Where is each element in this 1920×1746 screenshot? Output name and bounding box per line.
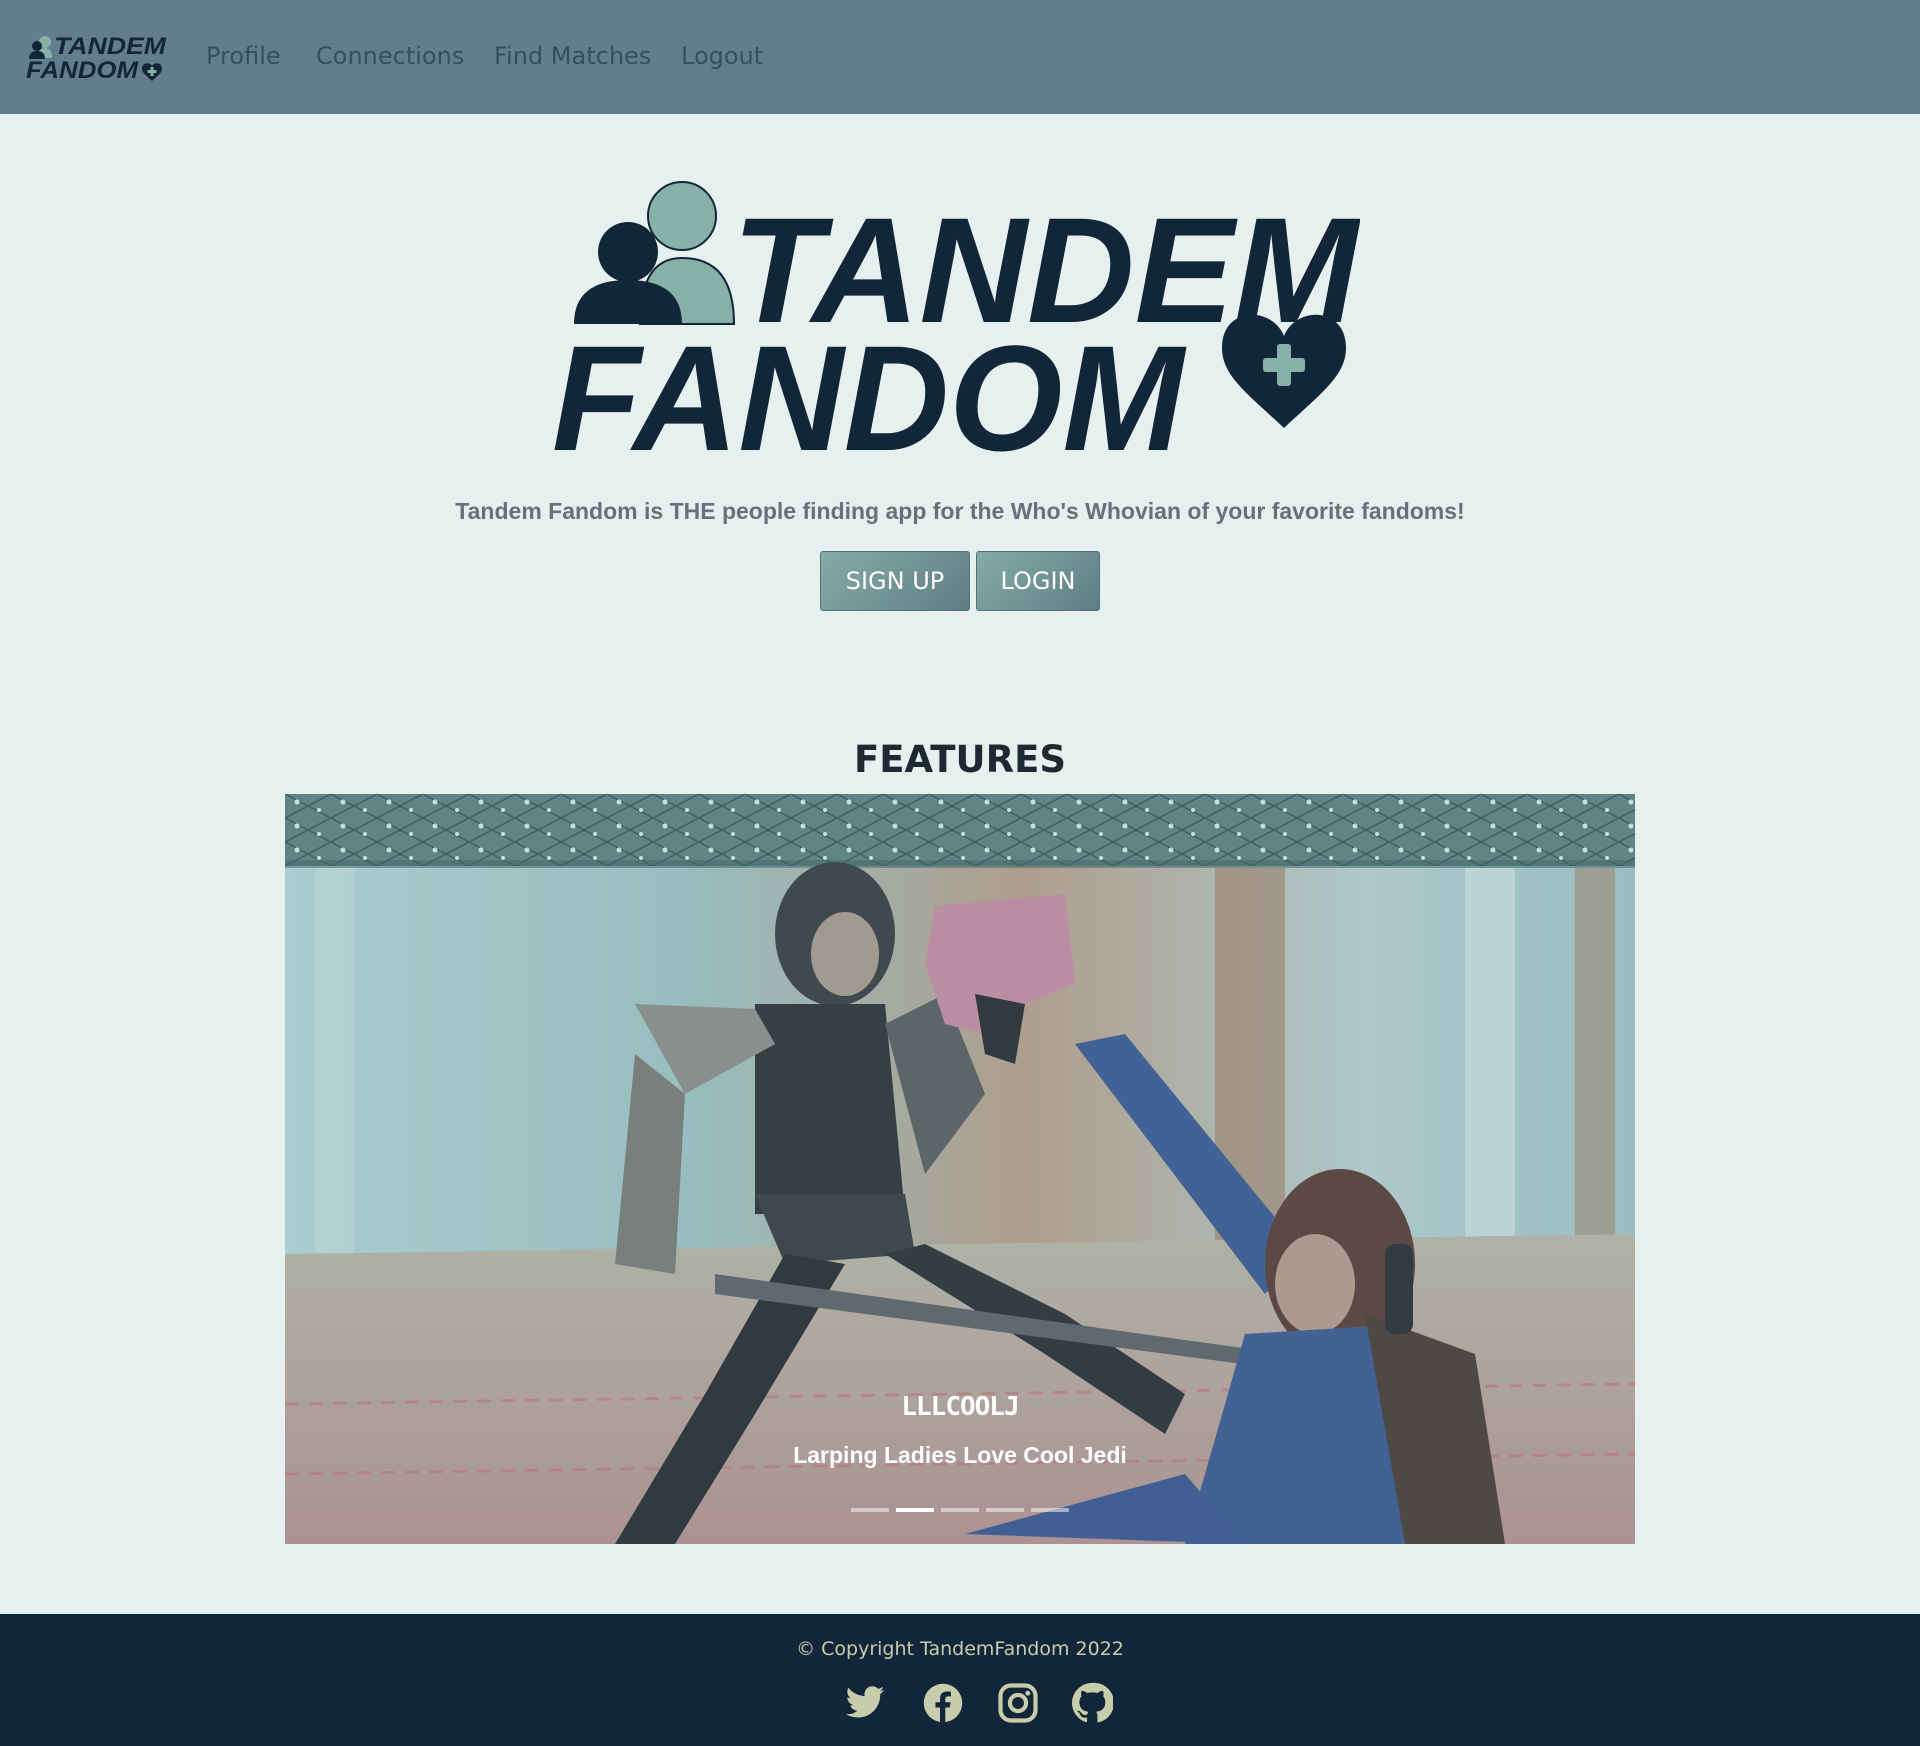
footer-copyright: © Copyright TandemFandom 2022 <box>796 1638 1124 1660</box>
svg-text:TANDEM: TANDEM <box>54 33 167 60</box>
features-carousel[interactable]: LLLCOOLJ Larping Ladies Love Cool Jedi <box>285 794 1635 1544</box>
navbar: TANDEM FANDOM Profile Connections Find M… <box>0 0 1920 114</box>
carousel-indicator-4[interactable] <box>986 1508 1024 1512</box>
github-icon[interactable] <box>1071 1682 1113 1724</box>
nav-find-matches-link[interactable]: Find Matches <box>494 42 651 70</box>
twitter-icon[interactable] <box>844 1682 886 1724</box>
nav-profile-link[interactable]: Profile <box>206 42 281 70</box>
carousel-indicator-1[interactable] <box>851 1508 889 1512</box>
hero-tagline: Tandem Fandom is THE people finding app … <box>455 498 1465 524</box>
carousel-slide-image <box>285 794 1635 1544</box>
facebook-icon[interactable] <box>922 1682 964 1724</box>
brand-logo-heart-icon <box>142 63 162 81</box>
carousel-caption-subtitle: Larping Ladies Love Cool Jedi <box>793 1442 1127 1468</box>
instagram-icon[interactable] <box>997 1682 1039 1724</box>
carousel-indicators <box>851 1508 1069 1512</box>
svg-text:FANDOM: FANDOM <box>26 57 139 84</box>
carousel-caption-title: LLLCOOLJ <box>901 1392 1019 1422</box>
footer: © Copyright TandemFandom 2022 <box>0 1614 1920 1746</box>
carousel-indicator-5[interactable] <box>1031 1508 1069 1512</box>
brand-logo-people-icon <box>29 36 52 59</box>
hero-logo: TANDEM FANDOM <box>552 181 1360 458</box>
nav-logout-link[interactable]: Logout <box>681 42 763 70</box>
hero-logo-people-icon <box>574 181 736 325</box>
brand-logo[interactable]: TANDEM FANDOM <box>26 32 168 84</box>
nav-connections-link[interactable]: Connections <box>316 42 464 70</box>
carousel-indicator-3[interactable] <box>941 1508 979 1512</box>
features-heading: FEATURES <box>853 738 1066 781</box>
hero-logo-line2: FANDOM <box>552 314 1187 458</box>
sign-up-button[interactable]: SIGN UP <box>820 551 970 611</box>
login-button[interactable]: LOGIN <box>976 551 1100 611</box>
carousel-indicator-2[interactable] <box>896 1508 934 1512</box>
